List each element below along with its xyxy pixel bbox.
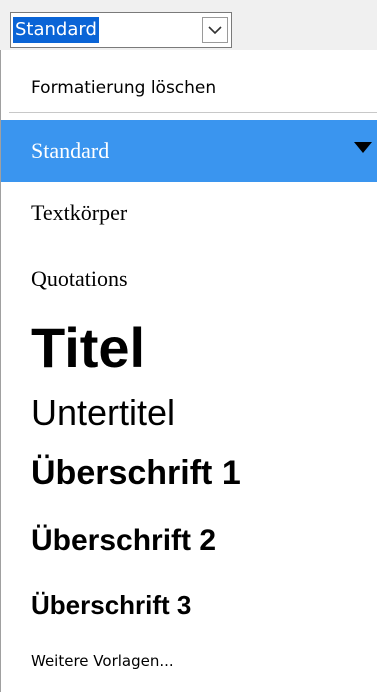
style-item-untertitel[interactable]: Untertitel (1, 390, 377, 440)
style-item-label: Quotations (31, 266, 128, 291)
toolbar-strip: Standard (0, 0, 377, 50)
paragraph-style-value[interactable]: Standard (13, 17, 99, 43)
triangle-down-icon[interactable] (354, 142, 372, 154)
more-styles-label: Weitere Vorlagen... (31, 652, 174, 670)
style-item-label: Untertitel (31, 392, 176, 433)
clear-formatting-label: Formatierung löschen (31, 78, 217, 98)
style-item-label: Titel (31, 316, 146, 379)
separator (9, 112, 377, 113)
style-dropdown-list: Formatierung löschen Standard Textkörper… (0, 50, 377, 692)
style-selector-window: Standard Formatierung löschen Standard T… (0, 0, 377, 692)
chevron-down-icon (208, 26, 222, 35)
style-item-quotations[interactable]: Quotations (1, 250, 377, 302)
more-styles-item[interactable]: Weitere Vorlagen... (1, 642, 377, 682)
style-item-label: Überschrift 1 (31, 454, 241, 492)
style-item-heading-3[interactable]: Überschrift 3 (1, 580, 377, 635)
style-item-heading-1[interactable]: Überschrift 1 (1, 448, 377, 508)
paragraph-style-combobox[interactable]: Standard (10, 12, 232, 48)
style-item-titel[interactable]: Titel (1, 315, 377, 395)
style-item-heading-2[interactable]: Überschrift 2 (1, 518, 377, 573)
style-item-label: Überschrift 3 (31, 590, 192, 620)
dropdown-button[interactable] (202, 17, 228, 43)
clear-formatting-item[interactable]: Formatierung löschen (1, 64, 377, 112)
style-item-label: Standard (31, 138, 110, 163)
style-item-textkoerper[interactable]: Textkörper (1, 190, 377, 242)
style-item-standard[interactable]: Standard (1, 120, 377, 182)
style-item-label: Textkörper (31, 200, 128, 225)
style-item-label: Überschrift 2 (31, 524, 217, 557)
